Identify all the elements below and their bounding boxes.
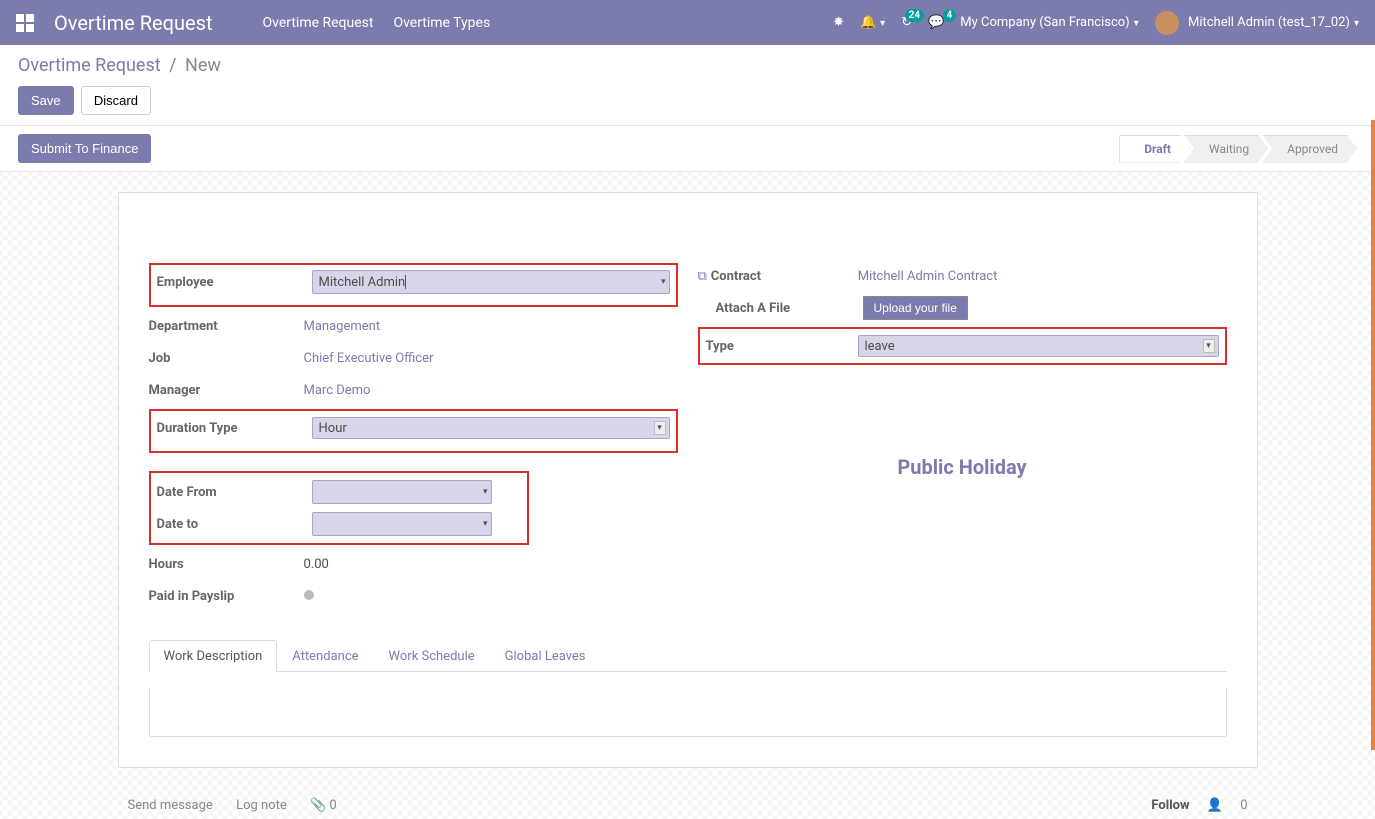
date-to-field[interactable]: ▾ (312, 512, 492, 536)
form-background: Employee Mitchell Admin ▾ Department Man… (0, 172, 1375, 819)
navbar-right: ✸ 🔔▾ ↻24 💬4 My Company (San Francisco)▾ … (833, 11, 1359, 35)
status-stages: Draft Waiting Approved (1119, 135, 1357, 163)
right-column: ⧉ Contract Mitchell Admin Contract Attac… (698, 263, 1227, 615)
debug-icon[interactable]: ✸ (833, 15, 844, 30)
statusbar: Submit To Finance Draft Waiting Approved (0, 126, 1375, 172)
employee-label: Employee (157, 275, 312, 290)
date-to-label: Date to (157, 517, 312, 532)
hours-value: 0.00 (304, 557, 678, 572)
left-column: Employee Mitchell Admin ▾ Department Man… (149, 263, 678, 615)
tab-global-leaves[interactable]: Global Leaves (490, 640, 601, 672)
duration-type-field[interactable]: Hour ▾ (312, 417, 670, 439)
employee-field[interactable]: Mitchell Admin ▾ (312, 270, 670, 294)
chat-icon[interactable]: 💬4 (928, 15, 944, 30)
nav-link-overtime-request[interactable]: Overtime Request (263, 15, 374, 31)
send-message-button[interactable]: Send message (128, 798, 213, 813)
job-label: Job (149, 351, 304, 366)
tab-attendance[interactable]: Attendance (277, 640, 373, 672)
bell-icon[interactable]: 🔔▾ (860, 15, 885, 30)
save-button[interactable]: Save (18, 86, 74, 115)
discard-button[interactable]: Discard (81, 86, 151, 115)
department-value[interactable]: Management (304, 319, 678, 334)
user-menu[interactable]: Mitchell Admin (test_17_02)▾ (1155, 11, 1359, 35)
app-brand: Overtime Request (54, 11, 213, 35)
chevron-down-icon: ▾ (654, 421, 666, 435)
apps-icon[interactable] (16, 14, 34, 32)
submit-to-finance-button[interactable]: Submit To Finance (18, 134, 151, 163)
chatter-footer: Send message Log note 📎 0 Follow 👤 0 (118, 798, 1258, 819)
stage-waiting[interactable]: Waiting (1184, 135, 1268, 163)
log-note-button[interactable]: Log note (236, 798, 287, 813)
chevron-down-icon: ▾ (483, 519, 488, 529)
company-switcher[interactable]: My Company (San Francisco)▾ (960, 15, 1138, 30)
external-link-icon[interactable]: ⧉ (698, 269, 707, 284)
job-value[interactable]: Chief Executive Officer (304, 351, 678, 366)
type-label: Type (706, 339, 858, 354)
date-from-field[interactable]: ▾ (312, 480, 492, 504)
attach-file-label: Attach A File (716, 301, 863, 316)
chat-badge: 4 (943, 9, 957, 22)
work-description-content[interactable] (149, 687, 1227, 737)
manager-value[interactable]: Marc Demo (304, 383, 678, 398)
top-navbar: Overtime Request Overtime Request Overti… (0, 0, 1375, 45)
attachment-count[interactable]: 📎 0 (310, 798, 357, 813)
breadcrumb-root[interactable]: Overtime Request (18, 55, 161, 76)
form-sheet: Employee Mitchell Admin ▾ Department Man… (118, 192, 1258, 768)
upload-file-button[interactable]: Upload your file (863, 296, 968, 320)
contract-label: Contract (711, 269, 858, 284)
activity-icon[interactable]: ↻24 (901, 15, 912, 30)
duration-type-label: Duration Type (157, 421, 312, 436)
tab-work-schedule[interactable]: Work Schedule (374, 640, 490, 672)
department-label: Department (149, 319, 304, 334)
tabs: Work Description Attendance Work Schedul… (149, 640, 1227, 672)
chevron-down-icon: ▾ (483, 487, 488, 497)
edge-marker (1371, 120, 1375, 750)
follower-count[interactable]: 👤 0 (1207, 798, 1248, 813)
chevron-down-icon: ▾ (1203, 339, 1215, 353)
stage-draft[interactable]: Draft (1119, 135, 1190, 163)
activity-badge: 24 (905, 9, 924, 22)
paid-checkbox[interactable] (304, 590, 314, 600)
stage-approved[interactable]: Approved (1262, 135, 1357, 163)
avatar (1155, 11, 1179, 35)
duration-type-highlight: Duration Type Hour ▾ (149, 409, 678, 453)
hours-label: Hours (149, 557, 304, 572)
type-highlight: Type leave ▾ (698, 327, 1227, 365)
employee-highlight: Employee Mitchell Admin ▾ (149, 263, 678, 307)
contract-value[interactable]: Mitchell Admin Contract (858, 269, 1227, 284)
chevron-down-icon: ▾ (661, 277, 666, 287)
date-highlight: Date From ▾ Date to (149, 471, 529, 545)
breadcrumb-separator: / (169, 55, 176, 76)
paid-in-payslip-label: Paid in Payslip (149, 589, 304, 604)
public-holiday-heading: Public Holiday (698, 455, 1227, 479)
nav-link-overtime-types[interactable]: Overtime Types (393, 15, 490, 31)
breadcrumb-current: New (185, 55, 221, 76)
control-panel: Overtime Request / New Save Discard (0, 45, 1375, 126)
tab-work-description[interactable]: Work Description (149, 640, 278, 672)
date-from-label: Date From (157, 485, 312, 500)
breadcrumb: Overtime Request / New (18, 55, 1357, 76)
follow-button[interactable]: Follow (1151, 798, 1189, 813)
manager-label: Manager (149, 383, 304, 398)
nav-links: Overtime Request Overtime Types (263, 15, 834, 31)
type-field[interactable]: leave ▾ (858, 335, 1219, 357)
